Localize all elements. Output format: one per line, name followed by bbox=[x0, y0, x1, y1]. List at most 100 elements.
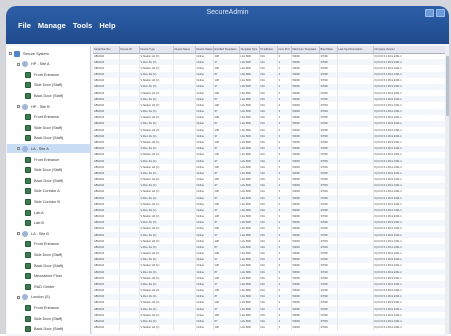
column-header[interactable]: Serial Number bbox=[93, 46, 120, 54]
table-cell bbox=[337, 324, 374, 331]
tree-item[interactable]: Back Door (Staff) bbox=[7, 134, 90, 143]
tree-item[interactable]: Side Corridor B bbox=[7, 197, 90, 206]
column-header[interactable]: Enrolled Templates bbox=[213, 46, 240, 54]
tree-item-label: Back Door (Staff) bbox=[34, 263, 64, 268]
app-window: SecureAdmin File Manage Tools Help Secure S… bbox=[6, 6, 449, 336]
expand-toggle-icon[interactable] bbox=[17, 62, 20, 66]
site-icon bbox=[22, 103, 28, 110]
content-area: Secure System HP - Site A Front Entrance Si… bbox=[6, 44, 449, 336]
tree-item[interactable]: LA - Site A bbox=[7, 144, 90, 154]
tree-item-label: LA - Site A bbox=[31, 146, 49, 151]
column-header[interactable]: Com Port bbox=[277, 46, 292, 54]
tree-item[interactable]: Front Entrance bbox=[7, 240, 90, 249]
door-icon bbox=[25, 209, 31, 216]
tree-item[interactable]: Secure System bbox=[7, 49, 90, 58]
scrollbar-thumb[interactable] bbox=[445, 56, 449, 116]
table-cell: 37600 bbox=[319, 324, 338, 331]
device-grid: Serial Number Device ID Device Type Device … bbox=[93, 46, 449, 334]
column-header[interactable]: Device ID bbox=[119, 46, 140, 54]
tree-item-label: Front Entrance bbox=[34, 115, 60, 120]
tree-item[interactable]: Mezzanine Floor bbox=[7, 272, 90, 281]
tree-item[interactable]: Side Door (Staff) bbox=[7, 81, 90, 90]
menu-item-file[interactable]: File bbox=[18, 21, 31, 30]
tree-item[interactable]: Front Entrance bbox=[7, 70, 90, 79]
tree-item[interactable]: Side Corridor A bbox=[7, 187, 90, 196]
door-icon bbox=[25, 156, 31, 163]
tree-item[interactable]: Back Door (Staff) bbox=[7, 325, 90, 334]
door-icon bbox=[25, 273, 31, 280]
menu-item-manage[interactable]: Manage bbox=[38, 21, 66, 30]
expand-toggle-icon[interactable] bbox=[17, 147, 20, 151]
tree-item-label: Back Door (Staff) bbox=[34, 136, 64, 141]
expand-toggle-icon[interactable] bbox=[9, 52, 12, 55]
tree-item[interactable]: Side Door (Staff) bbox=[7, 123, 90, 132]
tree-item[interactable]: London (S) bbox=[7, 293, 90, 302]
close-button[interactable] bbox=[436, 9, 445, 17]
vertical-scrollbar[interactable] bbox=[445, 46, 449, 334]
window-title: SecureAdmin bbox=[206, 9, 249, 16]
door-icon bbox=[25, 82, 31, 89]
tree-item[interactable]: HP - Site A bbox=[7, 60, 90, 69]
door-icon bbox=[25, 177, 31, 184]
tree-item-label: Secure System bbox=[23, 51, 49, 56]
expand-toggle-icon[interactable] bbox=[17, 105, 20, 108]
expand-toggle-icon[interactable] bbox=[17, 295, 20, 299]
tree-item[interactable]: Back Door (Staff) bbox=[7, 176, 90, 185]
table-cell: V-Station H2 (C) bbox=[139, 324, 174, 331]
device-tree: Secure System HP - Site A Front Entrance Si… bbox=[7, 46, 91, 334]
column-header[interactable]: IP address bbox=[259, 46, 278, 54]
tree-item-label: Back Door (Staff) bbox=[34, 327, 64, 332]
table-header: Serial Number Device ID Device Type Device … bbox=[93, 46, 449, 54]
table-cell: L1H Bi/D bbox=[239, 324, 260, 331]
table-cell: ABCD16 bbox=[93, 324, 120, 331]
door-icon bbox=[25, 167, 31, 174]
tree-item-label: Side Door (Staff) bbox=[34, 168, 63, 173]
tree-item-label: Front Entrance bbox=[34, 242, 60, 247]
tree-item[interactable]: Back Door (Staff) bbox=[7, 261, 90, 270]
table-row[interactable]: ABCD16 V-Station H2 (C) Online 138 L1H Bi/D N… bbox=[93, 324, 449, 331]
column-header[interactable]: Firmware Version bbox=[373, 46, 449, 54]
table-cell: N/A bbox=[259, 324, 278, 331]
tree-item-label: R&D Center bbox=[34, 284, 55, 289]
site-icon bbox=[22, 294, 28, 301]
tree-item[interactable]: Side Door (Staff) bbox=[7, 314, 90, 323]
tree-item[interactable]: Front Entrance bbox=[7, 303, 90, 312]
tree-item[interactable]: R&D Center bbox=[7, 282, 90, 291]
door-icon bbox=[25, 198, 31, 205]
door-icon bbox=[25, 188, 31, 195]
tree-item[interactable]: Lab A bbox=[7, 208, 90, 217]
tree-item-label: Side Corridor A bbox=[34, 189, 60, 194]
tree-item-label: Back Door (Staff) bbox=[34, 178, 64, 183]
menu-item-help[interactable]: Help bbox=[99, 21, 115, 30]
tree-item-label: Side Door (Staff) bbox=[34, 316, 63, 321]
table-cell: Online bbox=[195, 324, 214, 331]
expand-toggle-icon[interactable] bbox=[17, 232, 20, 236]
tree-item[interactable]: Front Entrance bbox=[7, 113, 90, 122]
column-header[interactable]: Last Synchronization bbox=[337, 46, 374, 54]
door-icon bbox=[25, 241, 31, 248]
tree-item-label: Lab B bbox=[34, 221, 44, 226]
column-header[interactable]: Device Status bbox=[195, 46, 214, 54]
tree-item[interactable]: Back Door (Staff) bbox=[7, 91, 90, 100]
column-header[interactable]: Template Type bbox=[239, 46, 260, 54]
table-cell: 50000 bbox=[291, 324, 320, 331]
door-icon bbox=[25, 220, 31, 227]
minimize-button[interactable] bbox=[425, 9, 434, 17]
column-header[interactable]: Baud Rate bbox=[319, 46, 338, 54]
door-icon bbox=[25, 71, 31, 78]
tree-item-label: Mezzanine Floor bbox=[34, 274, 63, 279]
column-header[interactable]: Maximum Templates bbox=[291, 46, 320, 54]
menu-item-tools[interactable]: Tools bbox=[73, 21, 92, 30]
tree-item[interactable]: HP - Site B bbox=[7, 102, 90, 111]
door-icon bbox=[25, 326, 31, 333]
door-icon bbox=[25, 251, 31, 258]
column-header[interactable]: Device Name bbox=[173, 46, 196, 54]
table-cell: 3 bbox=[277, 324, 292, 331]
tree-item[interactable]: Lab B bbox=[7, 219, 90, 228]
tree-item[interactable]: Side Door (Staff) bbox=[7, 250, 90, 259]
column-header[interactable]: Device Type bbox=[139, 46, 174, 54]
tree-item[interactable]: Front Entrance bbox=[7, 155, 90, 164]
table-cell bbox=[173, 324, 196, 331]
tree-item[interactable]: Side Door (Staff) bbox=[7, 166, 90, 175]
tree-item[interactable]: LA - Site B bbox=[7, 229, 90, 238]
